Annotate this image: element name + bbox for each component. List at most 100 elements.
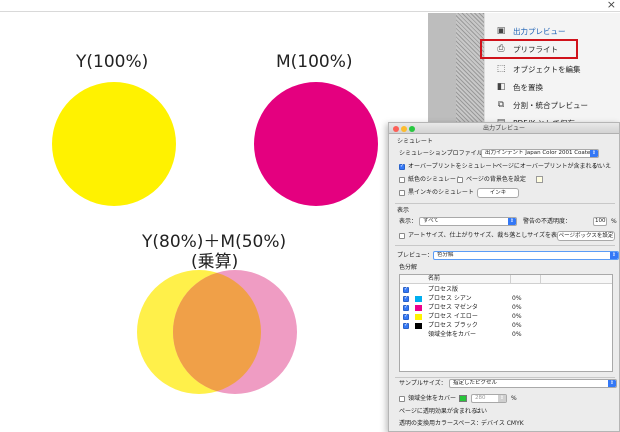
- sample-size-select[interactable]: 指定したピクセル ⇕: [449, 379, 617, 388]
- separation-name: プロセス ブラック: [428, 322, 478, 329]
- tool-replace-color[interactable]: ◧ 色を置換: [495, 78, 543, 96]
- table-row[interactable]: プロセス マゼンタ 0%: [400, 304, 612, 312]
- label-magenta: M(100%): [276, 52, 353, 72]
- separation-percent: 0%: [512, 331, 522, 338]
- dialog-title: 出力プレビュー: [389, 123, 619, 134]
- table-header: 名前: [400, 275, 612, 284]
- pagebox-button[interactable]: ページボックスを設定: [557, 231, 615, 241]
- paper-color-label: 紙色のシミュレート: [408, 176, 462, 183]
- overprint-label: オーバープリントをシミュレート: [408, 163, 498, 170]
- separation-checkbox[interactable]: [403, 304, 409, 311]
- separation-checkbox[interactable]: [403, 322, 409, 329]
- chevron-down-icon: ⇕: [590, 150, 598, 157]
- sample-size-label: サンプルサイズ：: [399, 380, 447, 387]
- chevron-down-icon: ⇕: [498, 395, 506, 402]
- table-row[interactable]: プロセス ブラック 0%: [400, 322, 612, 330]
- separation-checkbox[interactable]: [403, 286, 409, 293]
- tool-label: オブジェクトを編集: [513, 64, 581, 74]
- minimize-window-icon[interactable]: [401, 126, 407, 132]
- transparency-label: ページに透明効果が含まれる：: [399, 408, 483, 415]
- chevron-down-icon: ⇕: [608, 380, 616, 387]
- replace-color-icon: ◧: [496, 82, 506, 92]
- window-top-bar: ×: [0, 0, 620, 12]
- label-yellow: Y(100%): [76, 52, 149, 72]
- black-ink-checkbox[interactable]: [399, 190, 405, 196]
- separation-percent: 0%: [512, 295, 522, 302]
- page-bg-color-swatch[interactable]: [536, 176, 543, 183]
- coverage-label: 領域全体をカバー: [408, 395, 457, 402]
- ink-button[interactable]: インキ: [477, 188, 519, 198]
- magenta-circle: [254, 82, 378, 206]
- flatten-preview-icon: ⧉: [497, 100, 505, 110]
- coverage-unit: %: [511, 395, 517, 402]
- separation-name: プロセス シアン: [428, 295, 472, 302]
- column-divider: [510, 275, 511, 284]
- profile-label: シミュレーションプロファイル：: [399, 150, 489, 157]
- yellow-circle: [52, 82, 176, 206]
- document-canvas: Y(100%) M(100%) Y(80%)＋M(50%) (乗算): [0, 13, 428, 432]
- page-bg-label: ページの背景色を設定: [466, 176, 526, 183]
- transparency-value: はい: [475, 408, 488, 415]
- table-row[interactable]: プロセス イエロー 0%: [400, 313, 612, 321]
- divider: [395, 377, 615, 378]
- opacity-unit: %: [611, 218, 617, 225]
- chevron-down-icon: ⇕: [508, 218, 516, 225]
- preview-label: プレビュー：: [397, 252, 434, 259]
- overprint-page-label: ページにオーバープリントが含まれる：: [496, 163, 604, 170]
- multiply-overlap-figure: [137, 270, 297, 394]
- preview-select[interactable]: 色分解 ⇕: [433, 251, 619, 260]
- black-ink-label: 黒インキのシミュレート: [408, 189, 474, 196]
- overprint-page-value: いいえ: [593, 163, 612, 170]
- preflight-highlight-box: [480, 39, 578, 59]
- display-section-heading: 表示: [397, 207, 410, 214]
- artbox-label: アートサイズ、仕上がりサイズ、裁ち落としサイズを表示: [408, 232, 563, 239]
- opacity-warning-label: 警告の不透明度：: [523, 218, 572, 225]
- tool-output-preview[interactable]: ▣ 出力プレビュー: [495, 22, 566, 40]
- show-label: 表示：: [399, 218, 418, 225]
- artbox-checkbox[interactable]: [399, 233, 405, 239]
- divider: [395, 203, 615, 204]
- table-row[interactable]: 領域全体をカバー 0%: [400, 331, 612, 339]
- show-select[interactable]: すべて ⇕: [419, 217, 517, 226]
- output-preview-icon: ▣: [496, 26, 506, 36]
- paper-color-checkbox[interactable]: [399, 177, 405, 183]
- overprint-checkbox[interactable]: [399, 163, 405, 170]
- separation-name: プロセス マゼンタ: [428, 304, 478, 311]
- show-select-value: すべて: [423, 218, 439, 224]
- coverage-color-swatch[interactable]: [459, 395, 467, 402]
- tool-edit-object[interactable]: ⬚ オブジェクトを編集: [495, 60, 581, 78]
- opacity-value: 100: [595, 218, 606, 224]
- coverage-input[interactable]: 280 ⇕: [471, 394, 507, 403]
- tool-flatten-preview[interactable]: ⧉ 分割・統合プレビュー: [495, 96, 588, 114]
- close-icon[interactable]: ×: [607, 0, 616, 11]
- zoom-window-icon[interactable]: [409, 126, 415, 132]
- coverage-value: 280: [475, 395, 486, 401]
- profile-select-value: 出力インテント Japan Color 2001 Coated: [485, 150, 594, 156]
- separations-table: 名前 プロセス版 プロセス シアン 0% プロセス マゼンタ 0% プロセス イ…: [399, 274, 613, 372]
- simulate-section-heading: シミュレート: [397, 138, 433, 145]
- coverage-checkbox[interactable]: [399, 396, 405, 402]
- blend-space-label: 透明の変換用カラースペース：: [399, 420, 482, 427]
- separation-section-heading: 色分解: [399, 264, 418, 271]
- separation-checkbox[interactable]: [403, 313, 409, 320]
- table-row[interactable]: プロセス版: [400, 286, 612, 294]
- yellow-swatch: [415, 314, 422, 320]
- separation-checkbox[interactable]: [403, 295, 409, 302]
- page-bg-checkbox[interactable]: [457, 177, 463, 183]
- separation-name: プロセス版: [428, 286, 459, 293]
- column-divider: [540, 275, 541, 284]
- magenta-swatch: [415, 305, 422, 311]
- blend-space-value: デバイス CMYK: [481, 420, 524, 427]
- close-window-icon[interactable]: [393, 126, 399, 132]
- tool-label: 出力プレビュー: [513, 26, 566, 36]
- chevron-down-icon: ⇕: [610, 252, 618, 259]
- opacity-input[interactable]: 100: [593, 217, 607, 226]
- edit-object-icon: ⬚: [496, 64, 506, 74]
- table-row[interactable]: プロセス シアン 0%: [400, 295, 612, 303]
- separation-name: プロセス イエロー: [428, 313, 478, 320]
- tool-label: 分割・統合プレビュー: [513, 100, 588, 110]
- preview-select-value: 色分解: [437, 252, 454, 258]
- profile-select[interactable]: 出力インテント Japan Color 2001 Coated ⇕: [481, 149, 599, 158]
- separation-percent: 0%: [512, 313, 522, 320]
- divider: [395, 245, 615, 246]
